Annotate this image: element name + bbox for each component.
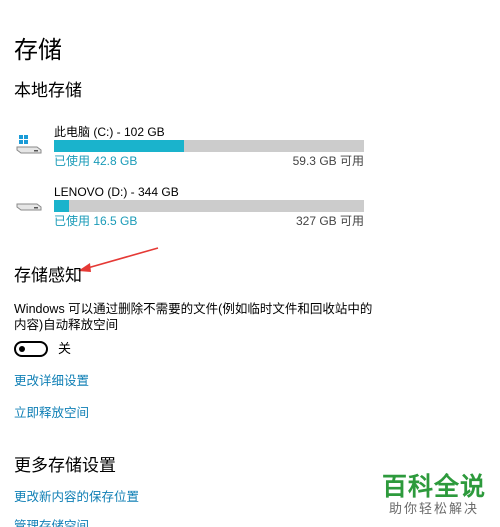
page-title: 存储: [14, 37, 62, 64]
storage-sense-heading: 存储感知: [14, 266, 82, 285]
drive-c-name: 此电脑 (C:) - 102 GB: [54, 125, 165, 139]
drive-d-used: 已使用 16.5 GB: [54, 214, 138, 228]
toggle-knob: [19, 346, 25, 352]
drive-c-item[interactable]: 此电脑 (C:) - 102 GB 已使用 42.8 GB 59.3 GB 可用: [16, 124, 366, 168]
drive-c-used: 已使用 42.8 GB: [54, 154, 138, 168]
watermark-title: 百科全说: [381, 473, 486, 501]
watermark-logo: 百科全说 助你轻松解决: [382, 473, 486, 517]
storage-sense-description: Windows 可以通过删除不需要的文件(例如临时文件和回收站中的内容)自动释放…: [14, 302, 373, 332]
drive-icon: [16, 203, 42, 211]
drive-c-usage-bar: [54, 140, 364, 152]
manage-storage-spaces-link[interactable]: 管理存储空间: [14, 518, 89, 527]
local-storage-heading: 本地存储: [14, 81, 82, 100]
drive-d-item[interactable]: LENOVO (D:) - 344 GB 已使用 16.5 GB 327 GB …: [16, 184, 366, 228]
watermark-subtitle: 助你轻松解决: [388, 501, 479, 516]
drive-c-free: 59.3 GB 可用: [292, 154, 364, 168]
change-detailed-settings-link[interactable]: 更改详细设置: [14, 373, 89, 389]
drive-d-usage-bar: [54, 200, 364, 212]
drive-d-name: LENOVO (D:) - 344 GB: [54, 185, 179, 199]
drive-d-usage-fill: [54, 200, 69, 212]
free-space-now-link[interactable]: 立即释放空间: [14, 405, 89, 421]
change-save-location-link[interactable]: 更改新内容的保存位置: [14, 489, 139, 505]
more-storage-settings-heading: 更多存储设置: [14, 456, 116, 475]
drive-d-free: 327 GB 可用: [295, 214, 364, 228]
storage-sense-toggle-label: 关: [58, 341, 72, 356]
windows-drive-icon: [16, 135, 42, 154]
annotation-arrow: [78, 247, 159, 272]
storage-sense-toggle[interactable]: [14, 341, 48, 357]
drive-c-usage-fill: [54, 140, 185, 152]
